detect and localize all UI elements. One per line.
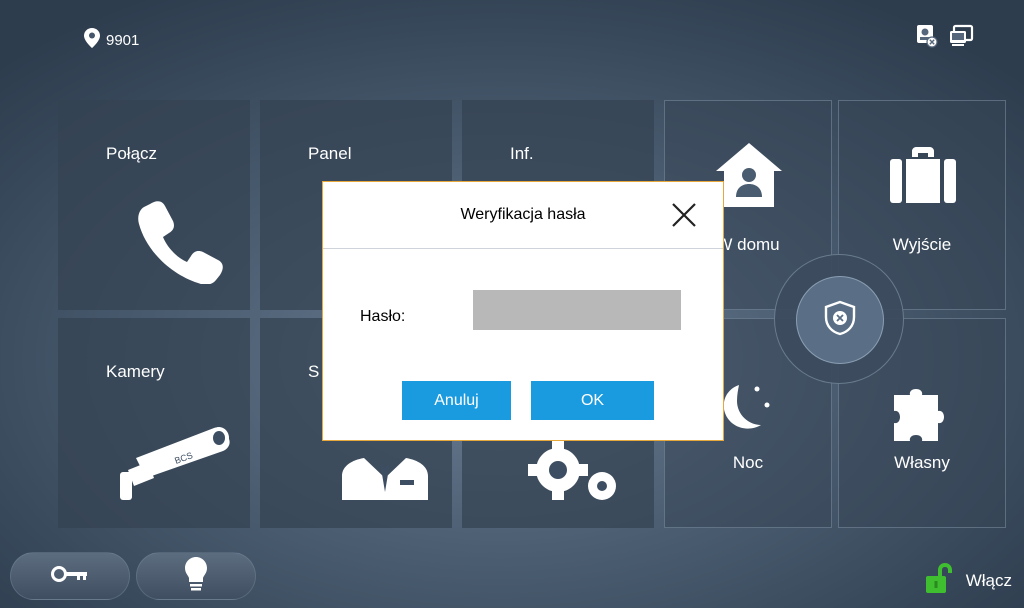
- gears-icon: [524, 440, 624, 509]
- camera-icon: BCS: [116, 418, 234, 507]
- tile-settings-label: S: [308, 362, 320, 381]
- unlock-padlock-icon: [925, 562, 952, 599]
- unlock-control[interactable]: Włącz: [925, 562, 1012, 599]
- unlock-label: Włącz: [965, 570, 1012, 590]
- password-dialog: Weryfikacja hasła Hasło: Anuluj OK: [322, 181, 724, 441]
- mode-away-label: Wyjście: [892, 235, 952, 254]
- status-icons: [914, 24, 974, 53]
- shield-x-icon: [823, 300, 857, 341]
- tile-call-label: Połącz: [106, 144, 158, 163]
- receptionist-icon: [342, 436, 428, 505]
- cancel-button[interactable]: Anuluj: [402, 381, 511, 420]
- ok-button[interactable]: OK: [531, 381, 654, 420]
- monitor-icon: [948, 24, 974, 53]
- home-user-icon: [716, 143, 782, 212]
- puzzle-icon: [894, 389, 952, 446]
- key-button[interactable]: [10, 552, 130, 600]
- light-button[interactable]: [136, 552, 256, 600]
- disarm-button[interactable]: [796, 276, 884, 364]
- lightbulb-icon: [185, 556, 207, 596]
- mode-night-label: Noc: [732, 453, 764, 472]
- tile-cameras-label: Kamery: [106, 362, 165, 381]
- moon-icon: [717, 381, 777, 446]
- disarm-circle[interactable]: [774, 254, 904, 384]
- password-label: Hasło:: [360, 308, 406, 325]
- suitcase-icon: [890, 147, 956, 208]
- tile-cameras[interactable]: Kamery BCS: [58, 318, 250, 528]
- mode-custom-label: Własny: [894, 453, 950, 472]
- status-location: 9901: [84, 28, 139, 52]
- dialog-divider: [323, 248, 723, 249]
- sd-card-error-icon: [914, 24, 938, 53]
- close-icon[interactable]: [669, 200, 699, 230]
- room-number: 9901: [106, 31, 140, 49]
- dialog-title: Weryfikacja hasła: [460, 206, 586, 223]
- tile-info-label: Inf.: [510, 144, 534, 163]
- tile-call[interactable]: Połącz: [58, 100, 250, 310]
- tile-panel-label: Panel: [308, 144, 352, 163]
- phone-icon: [136, 196, 224, 289]
- key-icon: [51, 564, 89, 589]
- location-pin-icon: [84, 28, 100, 52]
- password-input[interactable]: [473, 290, 681, 330]
